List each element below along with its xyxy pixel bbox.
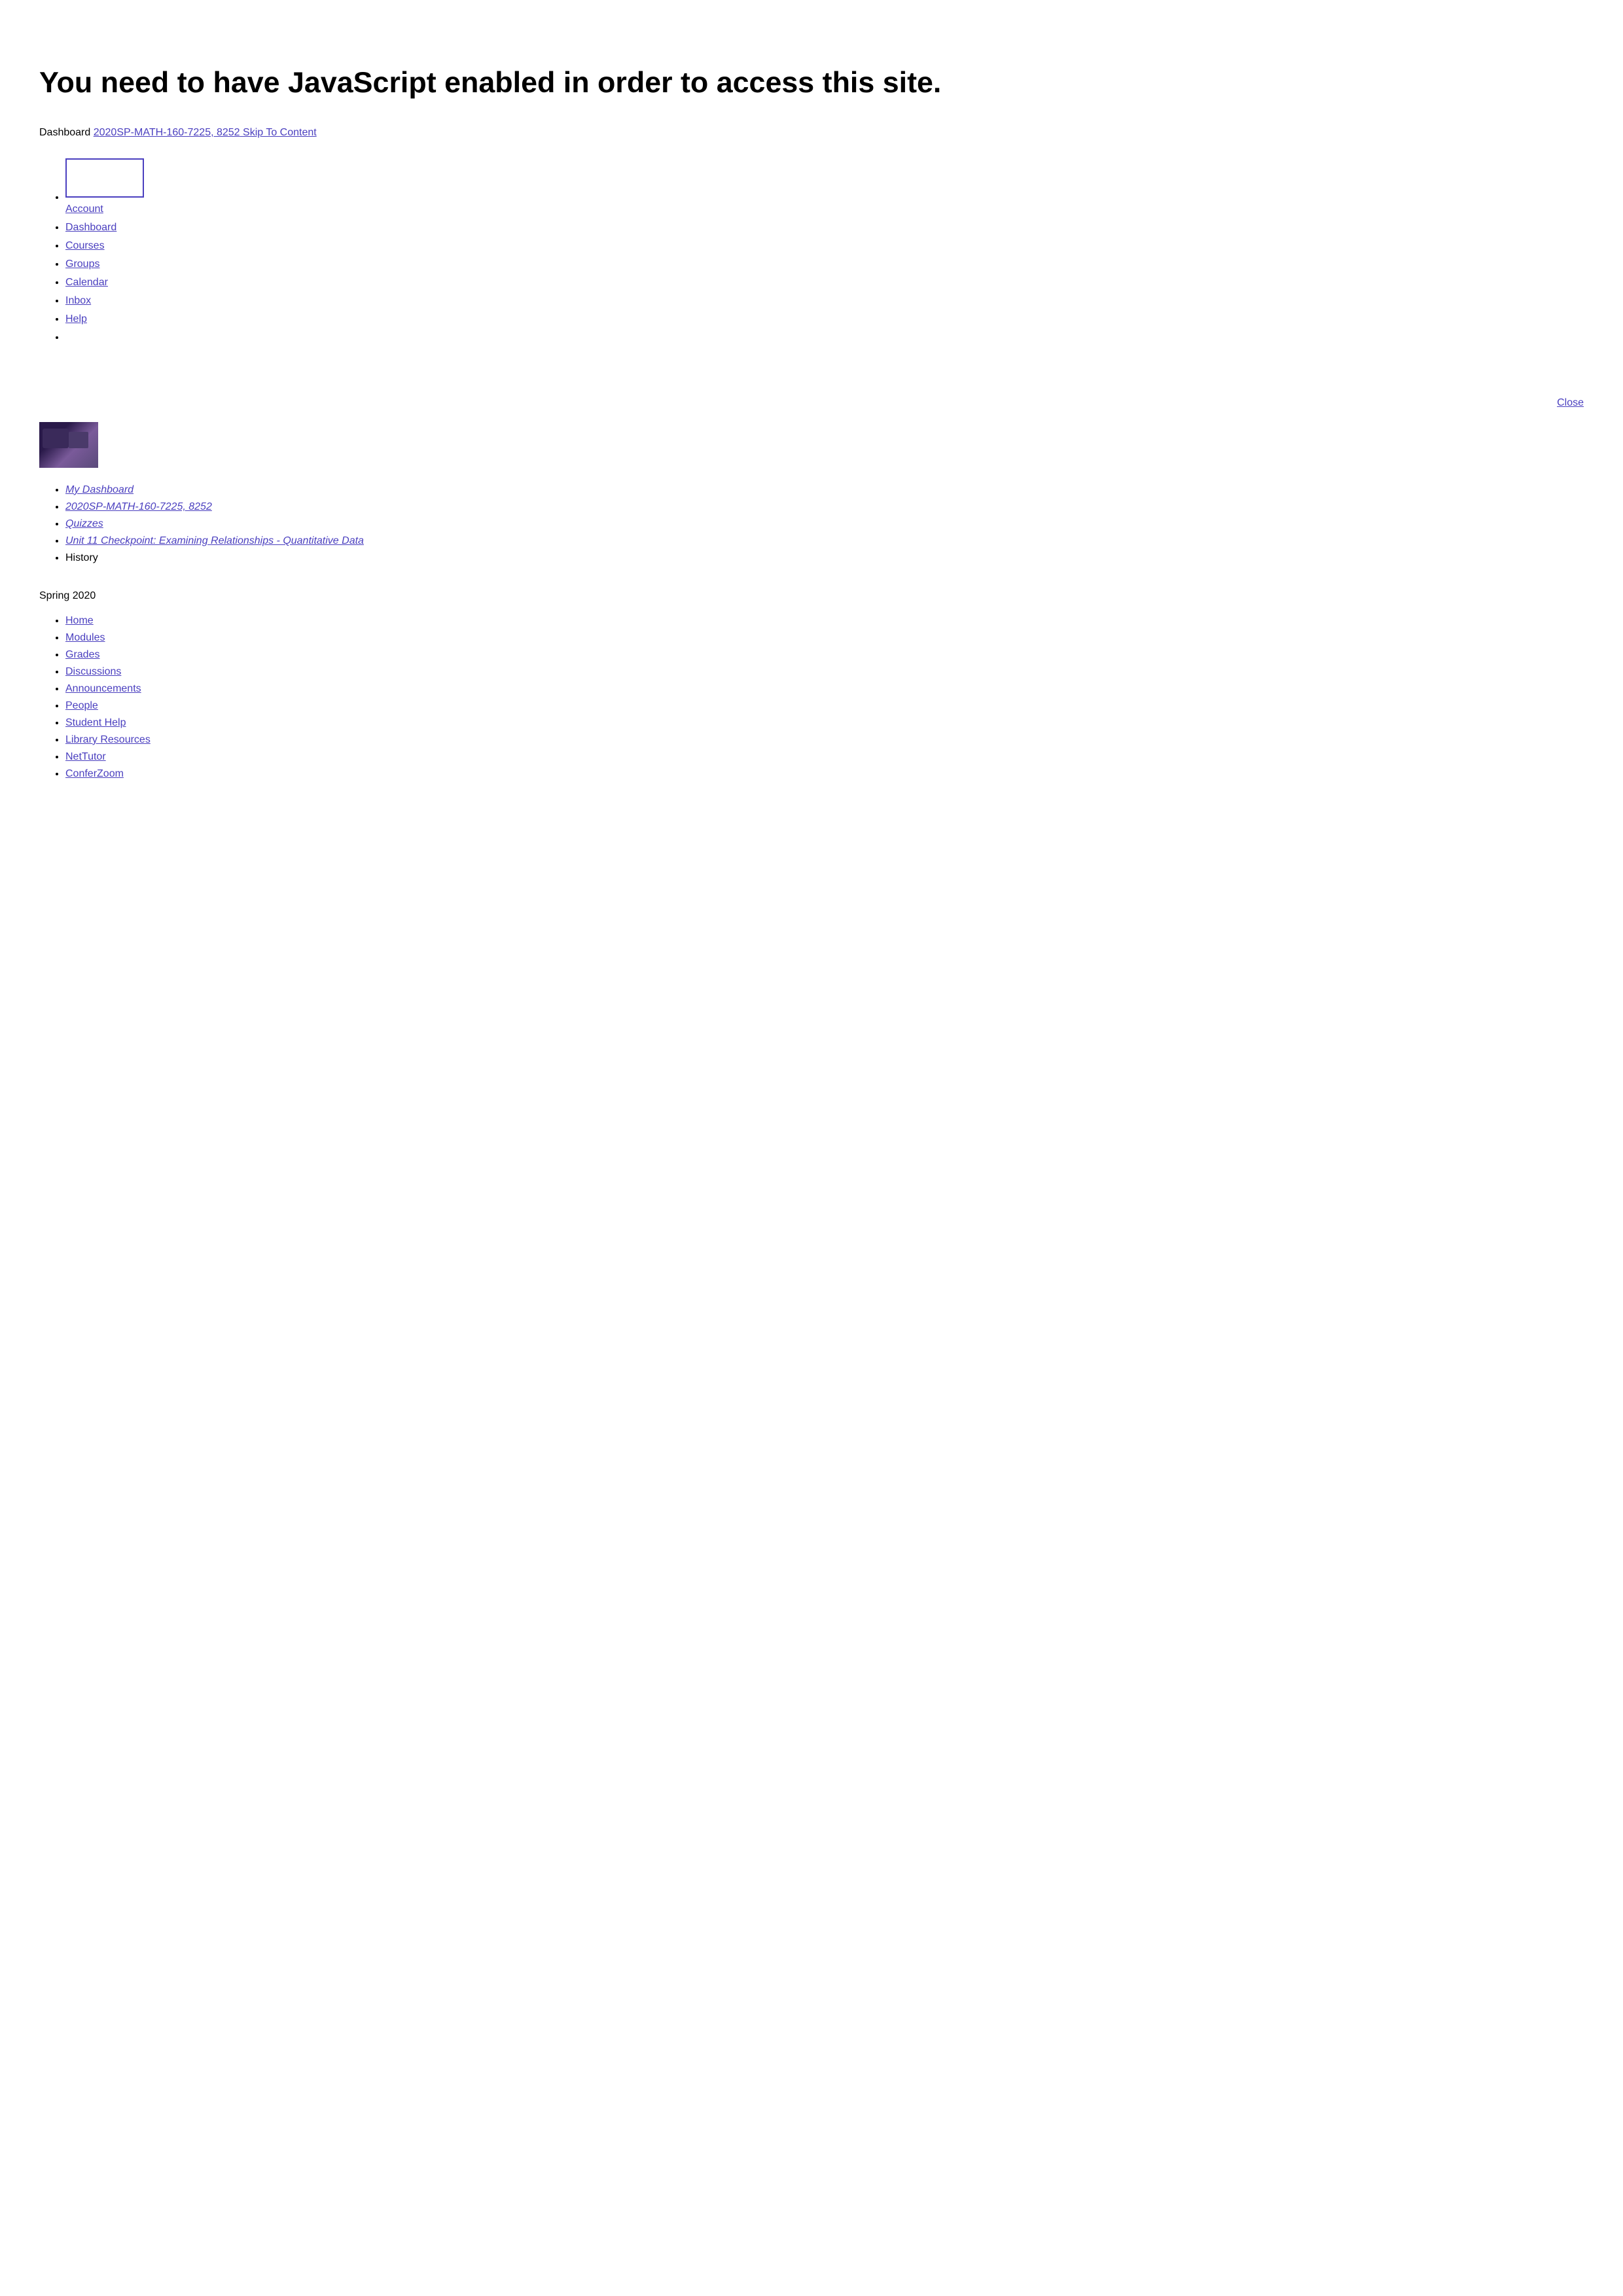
global-nav-account[interactable]: Account	[65, 158, 1584, 215]
people-link[interactable]: People	[65, 700, 98, 711]
javascript-warning-heading: You need to have JavaScript enabled in o…	[39, 65, 1584, 101]
home-link[interactable]: Home	[65, 615, 94, 626]
course-nav-grades[interactable]: Grades	[65, 649, 1584, 661]
global-navigation: Account Dashboard Courses Groups Calenda…	[39, 158, 1584, 345]
course-nav-people[interactable]: People	[65, 700, 1584, 712]
breadcrumb-item-unit11[interactable]: Unit 11 Checkpoint: Examining Relationsh…	[65, 535, 1584, 547]
library-resources-link[interactable]: Library Resources	[65, 734, 151, 745]
course-navigation: Home Modules Grades Discussions Announce…	[39, 615, 1584, 780]
course-link[interactable]: 2020SP-MATH-160-7225, 8252	[65, 501, 212, 512]
calendar-link[interactable]: Calendar	[65, 277, 108, 288]
modules-link[interactable]: Modules	[65, 632, 105, 643]
nettutor-link[interactable]: NetTutor	[65, 751, 106, 762]
course-breadcrumb-link[interactable]: 2020SP-MATH-160-7225, 8252 Skip To Conte…	[94, 127, 317, 138]
semester-label: Spring 2020	[39, 590, 1584, 602]
discussions-link[interactable]: Discussions	[65, 666, 121, 677]
conferzoom-link[interactable]: ConferZoom	[65, 768, 124, 779]
close-button[interactable]: Close	[39, 397, 1584, 409]
courses-link[interactable]: Courses	[65, 240, 105, 251]
course-nav-library-resources[interactable]: Library Resources	[65, 734, 1584, 746]
breadcrumb: Dashboard 2020SP-MATH-160-7225, 8252 Ski…	[39, 127, 1584, 139]
help-link[interactable]: Help	[65, 313, 87, 325]
global-nav-calendar[interactable]: Calendar	[65, 277, 1584, 289]
global-nav-empty	[65, 332, 1584, 345]
my-dashboard-link[interactable]: My Dashboard	[65, 484, 134, 495]
groups-link[interactable]: Groups	[65, 258, 99, 270]
account-link[interactable]: Account	[65, 203, 103, 215]
course-nav-home[interactable]: Home	[65, 615, 1584, 627]
course-nav-nettutor[interactable]: NetTutor	[65, 751, 1584, 763]
dashboard-link[interactable]: Dashboard	[65, 222, 116, 233]
breadcrumb-navigation: My Dashboard 2020SP-MATH-160-7225, 8252 …	[39, 484, 1584, 564]
grades-link[interactable]: Grades	[65, 649, 99, 660]
inbox-link[interactable]: Inbox	[65, 295, 91, 306]
global-nav-dashboard[interactable]: Dashboard	[65, 222, 1584, 234]
breadcrumb-item-history: History	[65, 552, 1584, 564]
account-icon-box	[65, 158, 144, 198]
breadcrumb-item-course[interactable]: 2020SP-MATH-160-7225, 8252	[65, 501, 1584, 513]
course-nav-modules[interactable]: Modules	[65, 632, 1584, 644]
announcements-link[interactable]: Announcements	[65, 683, 141, 694]
student-help-link[interactable]: Student Help	[65, 717, 126, 728]
course-nav-discussions[interactable]: Discussions	[65, 666, 1584, 678]
course-nav-student-help[interactable]: Student Help	[65, 717, 1584, 729]
course-nav-conferzoom[interactable]: ConferZoom	[65, 768, 1584, 780]
dashboard-label: Dashboard	[39, 127, 90, 138]
unit11-link[interactable]: Unit 11 Checkpoint: Examining Relationsh…	[65, 535, 364, 546]
history-label: History	[65, 552, 98, 563]
global-nav-inbox[interactable]: Inbox	[65, 295, 1584, 307]
global-nav-help[interactable]: Help	[65, 313, 1584, 325]
avatar	[39, 422, 98, 468]
global-nav-courses[interactable]: Courses	[65, 240, 1584, 252]
global-nav-groups[interactable]: Groups	[65, 258, 1584, 270]
course-nav-announcements[interactable]: Announcements	[65, 683, 1584, 695]
breadcrumb-item-quizzes[interactable]: Quizzes	[65, 518, 1584, 530]
quizzes-link[interactable]: Quizzes	[65, 518, 103, 529]
breadcrumb-item-my-dashboard[interactable]: My Dashboard	[65, 484, 1584, 496]
